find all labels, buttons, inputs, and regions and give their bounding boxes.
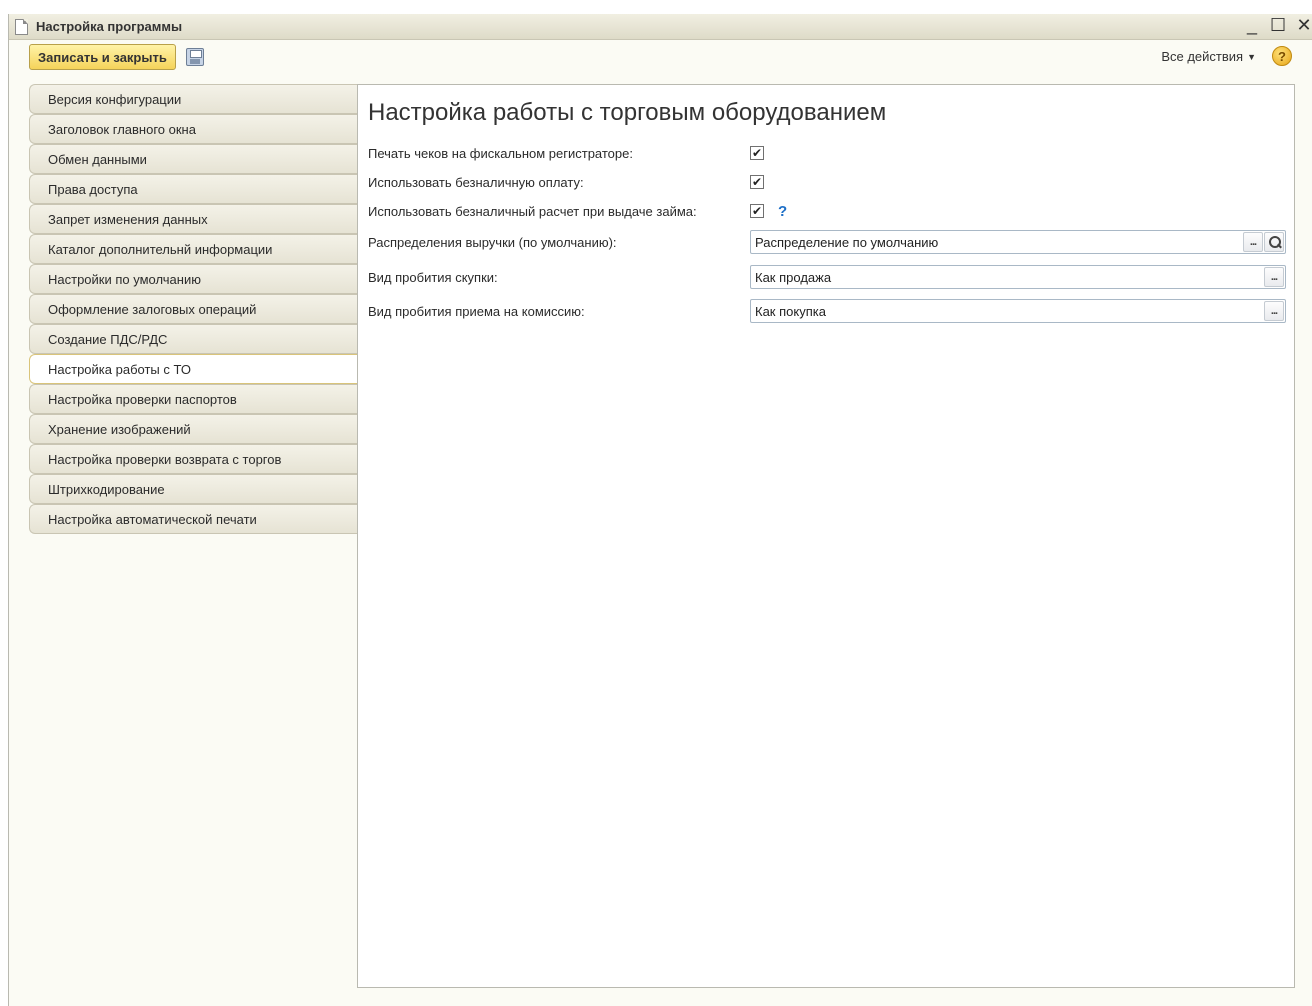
sidebar-item-label: Хранение изображений <box>48 421 191 437</box>
purchase-print-type-field[interactable]: Как продажа ... <box>750 265 1286 289</box>
sidebar-item-label: Обмен данными <box>48 151 147 167</box>
sidebar-item-label: Запрет изменения данных <box>48 211 208 227</box>
sidebar-item[interactable]: Оформление залоговых операций <box>29 294 357 324</box>
sidebar-item-label: Каталог дополнительнй информации <box>48 241 273 257</box>
sidebar-item[interactable]: Права доступа <box>29 174 357 204</box>
sidebar-item-label: Версия конфигурации <box>48 91 182 107</box>
document-icon <box>15 18 28 35</box>
cashless-payment-label: Использовать безналичную оплату: <box>368 174 584 190</box>
sidebar-item[interactable]: Настройка проверки возврата с торгов <box>29 444 357 474</box>
revenue-distribution-value: Распределение по умолчанию <box>755 234 939 250</box>
sidebar-item[interactable]: Создание ПДС/РДС <box>29 324 357 354</box>
cashless-loan-label: Использовать безналичный расчет при выда… <box>368 203 697 219</box>
sidebar-item-label: Настройки по умолчанию <box>48 271 201 287</box>
chevron-down-icon: ▼ <box>1247 51 1256 62</box>
title-bar: Настройка программы _ ☐ ✕ <box>9 14 1312 40</box>
sidebar-nav: Версия конфигурации Заголовок главного ок… <box>29 84 357 534</box>
commission-print-type-field[interactable]: Как покупка ... <box>750 299 1286 323</box>
body-area: Версия конфигурации Заголовок главного ок… <box>29 84 1312 1006</box>
all-actions-menu[interactable]: Все действия ▼ <box>1161 49 1256 64</box>
cashless-loan-checkbox[interactable]: ✔ <box>750 204 764 218</box>
toolbar: Записать и закрыть Все действия ▼ ? <box>9 40 1312 74</box>
sidebar-item[interactable]: Каталог дополнительнй информации <box>29 234 357 264</box>
sidebar-item-label: Права доступа <box>48 181 138 197</box>
cashless-loan-row: Использовать безналичный расчет при выда… <box>368 199 787 223</box>
commission-print-type-label: Вид пробития приема на комиссию: <box>368 303 585 319</box>
content-panel: Настройка работы с торговым оборудование… <box>357 84 1295 988</box>
fiscal-print-checkbox[interactable]: ✔ <box>750 146 764 160</box>
sidebar-item[interactable]: Настройки по умолчанию <box>29 264 357 294</box>
search-icon[interactable] <box>1264 232 1284 252</box>
fiscal-print-row: Печать чеков на фискальном регистраторе:… <box>368 141 764 165</box>
sidebar-item[interactable]: Версия конфигурации <box>29 84 357 114</box>
help-icon[interactable]: ? <box>1272 46 1292 66</box>
window-title: Настройка программы <box>36 19 183 34</box>
sidebar-item[interactable]: Штрихкодирование <box>29 474 357 504</box>
select-button[interactable]: ... <box>1243 232 1263 252</box>
sidebar-item[interactable]: Обмен данными <box>29 144 357 174</box>
cashless-payment-row: Использовать безналичную оплату: ✔ <box>368 170 764 194</box>
purchase-print-type-row: Вид пробития скупки: Как продажа ... <box>368 265 1286 289</box>
revenue-distribution-field[interactable]: Распределение по умолчанию ... <box>750 230 1286 254</box>
maximize-button[interactable]: ☐ <box>1270 15 1286 36</box>
sidebar-item-label: Оформление залоговых операций <box>48 301 257 317</box>
sidebar-item[interactable]: Настройка проверки паспортов <box>29 384 357 414</box>
select-button[interactable]: ... <box>1264 301 1284 321</box>
sidebar-item[interactable]: Заголовок главного окна <box>29 114 357 144</box>
window-controls: _ ☐ ✕ <box>1244 15 1312 36</box>
all-actions-label: Все действия <box>1161 49 1244 64</box>
sidebar-item[interactable]: Хранение изображений <box>29 414 357 444</box>
purchase-print-type-label: Вид пробития скупки: <box>368 269 498 285</box>
sidebar-item-label: Штрихкодирование <box>48 481 165 497</box>
revenue-distribution-row: Распределения выручки (по умолчанию): Ра… <box>368 230 1286 254</box>
close-button[interactable]: ✕ <box>1296 15 1312 36</box>
sidebar-item[interactable]: Настройка работы с ТО <box>29 354 357 384</box>
minimize-button[interactable]: _ <box>1244 15 1260 36</box>
save-icon[interactable] <box>185 48 204 66</box>
page-title: Настройка работы с торговым оборудование… <box>368 99 887 126</box>
fiscal-print-label: Печать чеков на фискальном регистраторе: <box>368 145 633 161</box>
save-and-close-button[interactable]: Записать и закрыть <box>29 44 176 70</box>
sidebar-item-label: Настройка проверки возврата с торгов <box>48 451 282 467</box>
settings-window: Настройка программы _ ☐ ✕ Записать и зак… <box>8 14 1312 1006</box>
cashless-payment-checkbox[interactable]: ✔ <box>750 175 764 189</box>
purchase-print-type-value: Как продажа <box>755 269 832 285</box>
sidebar-item-label: Настройка проверки паспортов <box>48 391 237 407</box>
commission-print-type-row: Вид пробития приема на комиссию: Как пок… <box>368 299 1286 323</box>
select-button[interactable]: ... <box>1264 267 1284 287</box>
sidebar-item-label: Создание ПДС/РДС <box>48 331 168 347</box>
sidebar-item-label: Заголовок главного окна <box>48 121 196 137</box>
question-hint-icon[interactable]: ? <box>778 203 787 220</box>
sidebar-item[interactable]: Запрет изменения данных <box>29 204 357 234</box>
sidebar-item-label: Настройка работы с ТО <box>48 361 191 377</box>
revenue-distribution-label: Распределения выручки (по умолчанию): <box>368 234 617 250</box>
commission-print-type-value: Как покупка <box>755 303 826 319</box>
sidebar-item[interactable]: Настройка автоматической печати <box>29 504 357 534</box>
sidebar-item-label: Настройка автоматической печати <box>48 511 257 527</box>
